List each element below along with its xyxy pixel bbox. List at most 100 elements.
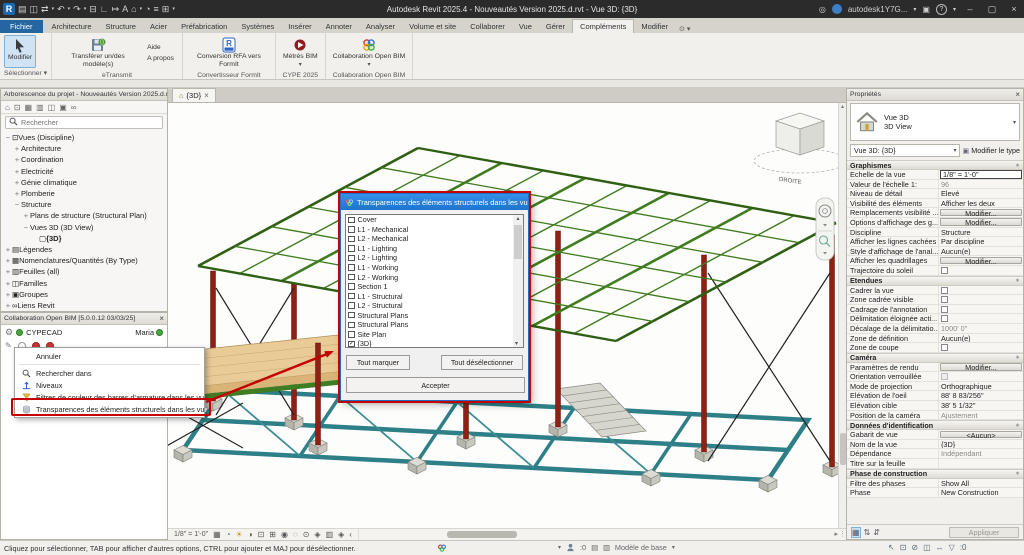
section-phase-de-construction[interactable]: Phase de construction ∗ (847, 468, 1023, 479)
design-option-select[interactable]: Modèle de base (615, 543, 667, 552)
tree-item-groupes[interactable]: + ▣ Groupes (1, 289, 167, 300)
accept-button[interactable]: Accepter (346, 377, 525, 393)
chevron-down-icon[interactable]: ▾ (172, 4, 175, 14)
tree-expand-icon[interactable]: + (13, 189, 21, 198)
scroll-right-icon[interactable]: ▸ (834, 530, 838, 538)
property-value[interactable]: 38' 5 1/32" (939, 401, 1023, 410)
home-icon[interactable]: ⌂ (5, 103, 10, 112)
ribbon-group-label[interactable]: Sélectionner ▾ (0, 68, 51, 79)
tree-expand-icon[interactable]: + (4, 267, 12, 276)
revit-logo-icon[interactable]: R (3, 3, 15, 15)
property-value[interactable] (939, 459, 1023, 468)
help-icon[interactable]: ? (935, 3, 947, 15)
checkbox-unchecked[interactable] (348, 311, 355, 319)
ribbon-button-collaboration-open-bim[interactable]: Collaboration Open BIM ▾ (330, 35, 409, 70)
property-value[interactable]: New Construction (939, 488, 1023, 497)
sort-descending-icon[interactable]: ⇵ (873, 528, 880, 537)
property-value[interactable]: Indépendant (939, 449, 1023, 458)
pin-icon[interactable]: ∗ (1015, 354, 1020, 361)
edit-type-button[interactable]: ▣ Modifier le type (962, 146, 1020, 155)
section-etendues[interactable]: Etendues ∗ (847, 275, 1023, 286)
tree-expand-icon[interactable]: − (4, 133, 12, 142)
navigation-bar[interactable] (815, 197, 835, 261)
reveal-hidden-icon[interactable]: ◌ (293, 530, 298, 539)
property-value[interactable]: 1000' 0" (939, 324, 1023, 333)
ribbon-group-label[interactable]: Collaboration Open BIM (326, 70, 413, 81)
dialog-title-bar[interactable]: Transparences des éléments structurels d… (341, 194, 528, 210)
pin-icon[interactable]: ∗ (1015, 162, 1020, 169)
drag-elements-icon[interactable]: ↔ (936, 543, 944, 552)
sync-icon[interactable]: ⇄ (41, 4, 49, 14)
undo-icon[interactable]: ↶ (57, 4, 65, 14)
text-icon[interactable]: A (122, 4, 128, 14)
checkbox-unchecked[interactable] (941, 344, 948, 352)
checkbox-unchecked[interactable] (348, 264, 355, 271)
properties-header[interactable]: Propriétés × (847, 89, 1023, 101)
tab-ins-rer[interactable]: Insérer (281, 20, 318, 33)
checkbox-unchecked[interactable] (941, 266, 948, 274)
account-name[interactable]: autodesk1Y7G... (848, 5, 908, 14)
tree-item-g-nie-climatique[interactable]: + Génie climatique (1, 177, 167, 188)
dialog-view-item[interactable]: L1 - Lighting (346, 244, 514, 254)
group-small-icon[interactable]: ▣ (59, 103, 67, 112)
dialog-view-item[interactable]: L1 - Mechanical (346, 225, 514, 235)
tree-expand-icon[interactable]: + (13, 178, 21, 187)
link-small-icon[interactable]: ∞ (71, 103, 77, 112)
checkbox-unchecked[interactable] (941, 315, 948, 323)
properties-filter-icon[interactable]: ▦ (851, 526, 861, 538)
checkbox-unchecked[interactable] (348, 283, 355, 290)
tree-item-familles[interactable]: + ◫ Familles (1, 277, 167, 288)
dialog-view-item[interactable]: Structural Plans (346, 310, 514, 320)
dialog-view-item[interactable]: L2 - Working (346, 272, 514, 282)
menu-item-annuler[interactable]: Annuler (15, 350, 204, 362)
dialog-view-item[interactable]: L2 - Structural (346, 301, 514, 311)
more-icon[interactable]: ‹ (349, 530, 352, 539)
tab-syst-mes[interactable]: Systèmes (234, 20, 281, 33)
design-options-icon[interactable]: ▥ (603, 543, 610, 552)
measure-icon[interactable]: ∟ (100, 4, 109, 14)
viewcube-face-label[interactable]: DROITE (779, 177, 802, 186)
property-value[interactable]: Afficher les deux (939, 199, 1023, 208)
default-3d-view-icon[interactable]: ⌂ (131, 4, 136, 14)
select-underlay-icon[interactable]: ⊡ (900, 543, 907, 552)
view-selector-combo[interactable]: Vue 3D: {3D} ▾ (850, 144, 961, 157)
tab-annoter[interactable]: Annoter (319, 20, 359, 33)
tree-expand-icon[interactable]: + (13, 144, 21, 153)
tab-g-rer[interactable]: Gérer (539, 20, 572, 33)
property-value[interactable] (939, 286, 1023, 295)
analytical-model-icon[interactable]: ◈ (314, 530, 320, 539)
checkbox-unchecked[interactable] (348, 273, 355, 281)
property-button[interactable]: Modifier... (940, 363, 1022, 371)
crop-view-icon[interactable]: ⊡ (258, 530, 265, 539)
property-value[interactable]: Elevé (939, 189, 1023, 198)
tab-modifier[interactable]: Modifier (634, 20, 675, 33)
switch-windows-icon[interactable]: ⊞ (162, 4, 170, 14)
collab-panel-header[interactable]: Collaboration Open BIM [5.0.0.12 03/03/2… (1, 313, 167, 325)
print-icon[interactable]: ⊟ (89, 4, 97, 14)
select-links-icon[interactable]: ↖ (888, 543, 895, 552)
mark-all-button[interactable]: Tout marquer (346, 355, 410, 370)
pencil-icon[interactable]: ✎ (5, 341, 12, 350)
worksets-icon[interactable] (566, 543, 575, 552)
property-value[interactable]: Modifier... (939, 363, 1023, 371)
ribbon-button-a-propos[interactable]: A propos (147, 55, 174, 62)
views-small-icon[interactable]: ⊡ (14, 103, 21, 112)
shadows-icon[interactable]: ◑ (248, 530, 253, 539)
search-input[interactable] (21, 118, 141, 127)
property-button[interactable]: Modifier... (940, 256, 1022, 265)
checkbox-unchecked[interactable] (348, 235, 355, 243)
schedule-small-icon[interactable]: ▦ (25, 103, 33, 112)
property-value[interactable]: Ajustement (939, 411, 1023, 420)
checkbox-unchecked[interactable] (348, 321, 355, 329)
tree-item-structure[interactable]: − Structure (1, 199, 167, 210)
property-value[interactable]: Orthographique (939, 382, 1023, 391)
property-value[interactable]: Aucun(e) (939, 334, 1023, 343)
dialog-view-item[interactable]: L1 - Working (346, 263, 514, 273)
ribbon-button-transf-rer-un-des-mod-le-s-[interactable]: Transférer un/des modèle(s) (56, 35, 140, 70)
tree-expand-icon[interactable]: + (4, 256, 12, 265)
dialog-view-item[interactable]: L1 - Structural (346, 291, 514, 301)
cart-icon[interactable]: ▣ (922, 5, 930, 14)
chevron-down-icon[interactable]: ▾ (140, 4, 143, 14)
detail-level-icon[interactable]: ▦ (213, 530, 221, 539)
section-cam-ra[interactable]: Caméra ∗ (847, 352, 1023, 363)
